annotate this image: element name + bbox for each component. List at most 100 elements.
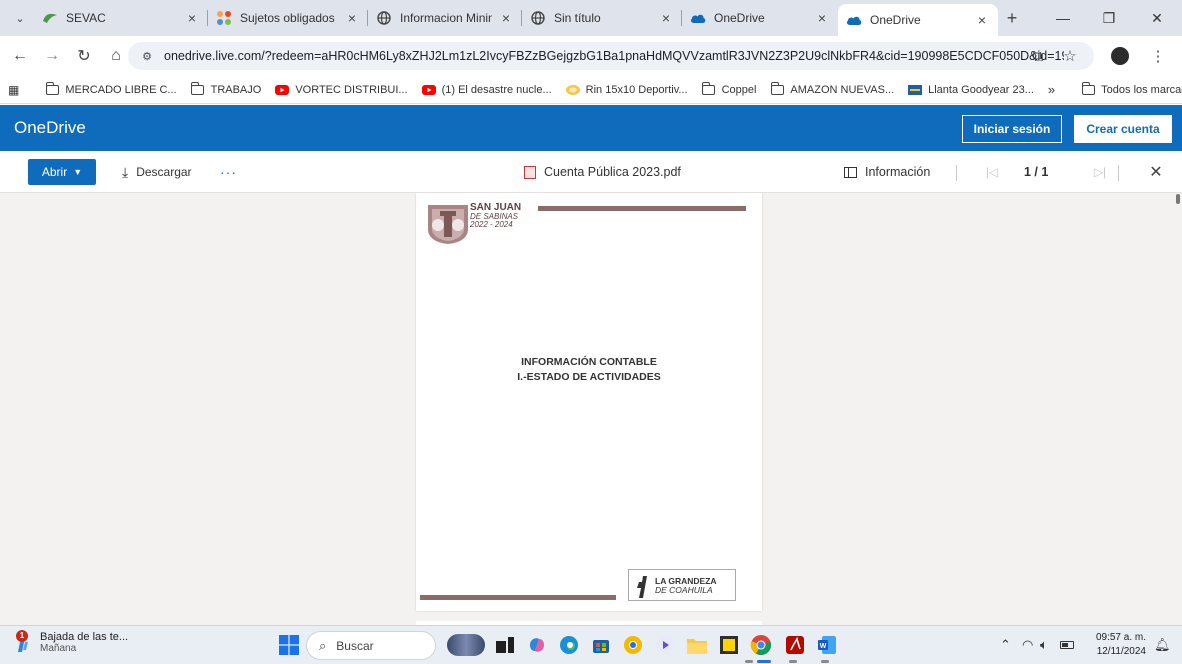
tab-informacion-minima[interactable]: Informacion Minima × (368, 0, 522, 36)
task-view-button[interactable] (492, 632, 518, 658)
apps-button[interactable]: ▦ (8, 83, 19, 97)
show-hidden-icons-button[interactable]: ⌃ (1000, 632, 1011, 658)
acrobat-button[interactable] (782, 632, 808, 658)
sign-in-button[interactable]: Iniciar sesión (962, 115, 1062, 143)
close-viewer-button[interactable]: ✕ (1146, 159, 1166, 185)
battery-icon (1060, 641, 1074, 649)
first-page-button[interactable]: |◁ (982, 159, 1002, 185)
close-icon[interactable]: × (184, 10, 200, 26)
close-icon[interactable]: × (974, 12, 990, 28)
onedrive-header: OneDrive Iniciar sesión Crear cuenta (0, 105, 1182, 151)
avatar-icon (1111, 47, 1129, 65)
edge-icon (560, 636, 578, 654)
restore-button[interactable]: ❐ (1086, 0, 1132, 36)
bookmark-all-bookmarks[interactable]: Todos los marcadores (1081, 81, 1182, 96)
bookmark-mercado-libre[interactable]: MERCADO LIBRE C... (45, 81, 177, 96)
url-text[interactable]: onedrive.live.com/?redeem=aHR0cHM6Ly8xZH… (164, 49, 1064, 63)
restore-icon: ❐ (1102, 9, 1116, 26)
tab-sujetos-obligados[interactable]: Sujetos obligados - I × (208, 0, 368, 36)
back-button[interactable]: ← (6, 42, 34, 70)
download-icon: ⤓ (122, 163, 129, 180)
create-account-button[interactable]: Crear cuenta (1074, 115, 1172, 143)
edge-button[interactable] (556, 632, 582, 658)
tab-sin-titulo[interactable]: Sin título × (522, 0, 682, 36)
bookmark-llanta-goodyear[interactable]: Llanta Goodyear 23... (908, 84, 1034, 96)
close-window-button[interactable]: ✕ (1134, 0, 1180, 36)
open-button[interactable]: Abrir ▼ (28, 159, 96, 185)
tab-onedrive-1[interactable]: OneDrive × (682, 0, 838, 36)
close-icon[interactable]: × (498, 10, 514, 26)
battery-status[interactable] (1060, 632, 1074, 658)
volume-status[interactable]: 🔈︎ (1040, 632, 1048, 658)
more-vertical-icon: ⋮ (1150, 48, 1166, 65)
copilot-news-button[interactable] (446, 632, 486, 658)
info-button[interactable]: Información (844, 159, 930, 185)
store-button[interactable] (588, 632, 614, 658)
close-icon[interactable]: × (814, 10, 830, 26)
forward-button[interactable]: → (38, 42, 66, 70)
folder-icon (687, 639, 707, 654)
copilot-button[interactable] (524, 632, 550, 658)
close-icon[interactable]: × (344, 10, 360, 26)
address-bar[interactable]: ⚙ onedrive.live.com/?redeem=aHR0cHM6Ly8x… (128, 42, 1094, 70)
bookmark-vortec[interactable]: VORTEC DISTRIBUI... (275, 84, 408, 96)
star-icon: ☆ (1063, 48, 1077, 65)
bookmarks-bar: ▦ MERCADO LIBRE C... TRABAJO VORTEC DIST… (0, 76, 1182, 104)
viewer-scrollbar[interactable] (1176, 194, 1180, 204)
taskbar-search[interactable]: ⌕ Buscar (306, 631, 436, 660)
home-button[interactable]: ⌂ (102, 42, 130, 70)
new-tab-button[interactable]: + (998, 4, 1026, 32)
task-view-icon (496, 637, 514, 653)
last-page-button[interactable]: ▷| (1090, 159, 1110, 185)
minimize-button[interactable]: — (1040, 0, 1086, 36)
onedrive-brand[interactable]: OneDrive (14, 118, 86, 138)
store-bag-icon (593, 640, 609, 653)
reload-button[interactable]: ↻ (70, 42, 98, 70)
site-settings-icon[interactable]: ⚙ (138, 47, 156, 65)
folder-icon (770, 81, 784, 96)
globe-icon (530, 10, 546, 26)
browser-toolbar: ← → ↻ ⌂ ⚙ onedrive.live.com/?redeem=aHR0… (0, 36, 1182, 76)
more-options-button[interactable]: ··· (220, 159, 237, 185)
pdf-viewer[interactable]: SAN JUAN DE SABINAS 2022 - 2024 INFORMAC… (0, 193, 1182, 625)
chrome-button[interactable] (748, 632, 774, 658)
wifi-status[interactable]: ◠ (1022, 632, 1033, 658)
speaker-icon: 🔈︎ (1040, 637, 1048, 652)
system-clock[interactable]: 09:57 a. m. 12/11/2024 (1088, 631, 1146, 659)
svg-text:W: W (820, 643, 827, 650)
bookmark-trabajo[interactable]: TRABAJO (191, 81, 261, 96)
tab-sevac[interactable]: SEVAC × (34, 0, 208, 36)
apps-grid-icon: ▦ (8, 82, 20, 97)
onedrive-cloud-icon (846, 12, 862, 28)
sticky-notes-button[interactable] (716, 632, 742, 658)
media-player-button[interactable] (652, 632, 678, 658)
arrow-right-icon: → (44, 47, 60, 64)
profile-avatar[interactable] (1106, 42, 1134, 70)
tab-search-button[interactable]: ⌄ (6, 4, 34, 32)
footer-rule (420, 595, 616, 600)
document-subheading: I.-ESTADO DE ACTIVIDADES (517, 371, 661, 383)
bookmark-rin-15x10[interactable]: Rin 15x10 Deportiv... (565, 84, 688, 96)
file-explorer-button[interactable] (684, 632, 710, 658)
install-app-button[interactable]: ⧉ (1024, 42, 1052, 70)
word-icon: W (818, 636, 836, 654)
browser-tab-strip: ⌄ SEVAC × Sujetos obligados - I × Inform… (0, 0, 1182, 36)
chrome-canary-button[interactable] (620, 632, 646, 658)
folder-icon (191, 81, 205, 96)
weather-widget[interactable]: 1 Bajada de las te... Mañana (10, 629, 128, 654)
start-button[interactable] (276, 632, 302, 658)
bookmarks-overflow-button[interactable]: » (1048, 82, 1055, 97)
copilot-icon (530, 638, 544, 652)
bookmark-desastre-nuclear[interactable]: (1) El desastre nucle... (421, 84, 552, 96)
youtube-icon (275, 84, 290, 96)
reload-icon: ↻ (77, 48, 91, 65)
bookmark-star-button[interactable]: ☆ (1056, 42, 1084, 70)
close-icon[interactable]: × (658, 10, 674, 26)
word-button[interactable]: W (814, 632, 840, 658)
tab-onedrive-active[interactable]: OneDrive × (838, 4, 998, 36)
download-button[interactable]: ⤓ Descargar (122, 159, 192, 185)
notifications-button[interactable]: 🔔︎ (1154, 632, 1171, 658)
bookmark-coppel[interactable]: Coppel (702, 81, 756, 96)
browser-menu-button[interactable]: ⋮ (1144, 42, 1172, 70)
bookmark-amazon-nuevas[interactable]: AMAZON NUEVAS... (770, 81, 894, 96)
